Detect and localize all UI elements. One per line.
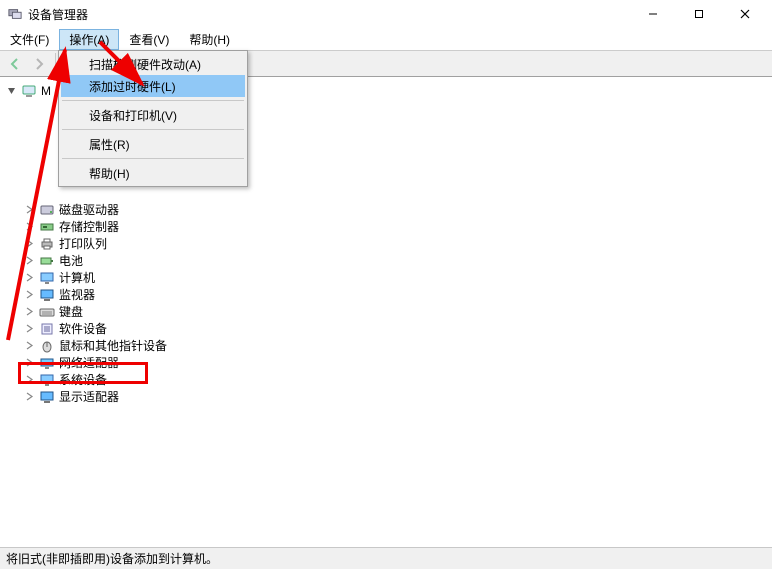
app-icon — [8, 7, 22, 21]
chevron-right-icon[interactable] — [24, 306, 35, 317]
forward-button[interactable] — [28, 53, 50, 75]
tree-item-label: 键盘 — [59, 303, 83, 320]
chevron-right-icon[interactable] — [24, 391, 35, 402]
chevron-right-icon[interactable] — [24, 238, 35, 249]
chevron-right-icon[interactable] — [24, 357, 35, 368]
dropdown-separator — [62, 100, 244, 101]
keyboard-icon — [39, 304, 55, 320]
tree-item-system[interactable]: 系统设备 — [6, 371, 772, 388]
monitor-icon — [39, 287, 55, 303]
toolbar-separator — [55, 53, 56, 75]
tree-item-keyboard[interactable]: 键盘 — [6, 303, 772, 320]
window-title: 设备管理器 — [28, 6, 88, 23]
chevron-right-icon[interactable] — [24, 340, 35, 351]
back-button[interactable] — [4, 53, 26, 75]
menu-action[interactable]: 操作(A) — [59, 29, 119, 50]
tree-item-software[interactable]: 软件设备 — [6, 320, 772, 337]
tree-item-computer[interactable]: 计算机 — [6, 269, 772, 286]
tree-item-network[interactable]: 网络适配器 — [6, 354, 772, 371]
tree-item-printer[interactable]: 打印队列 — [6, 235, 772, 252]
menu-view[interactable]: 查看(V) — [119, 29, 179, 50]
action-dropdown: 扫描检测硬件改动(A) 添加过时硬件(L) 设备和打印机(V) 属性(R) 帮助… — [58, 50, 248, 187]
menu-file[interactable]: 文件(F) — [0, 29, 59, 50]
tree-item-label: 打印队列 — [59, 235, 107, 252]
tree-root-label: M — [41, 84, 51, 98]
titlebar: 设备管理器 — [0, 0, 772, 28]
tree-item-mouse[interactable]: 鼠标和其他指针设备 — [6, 337, 772, 354]
tree-item-label: 系统设备 — [59, 371, 107, 388]
software-icon — [39, 321, 55, 337]
menu-help[interactable]: 帮助(H) — [179, 29, 240, 50]
dropdown-separator — [62, 158, 244, 159]
tree-item-label: 软件设备 — [59, 320, 107, 337]
tree-item-battery[interactable]: 电池 — [6, 252, 772, 269]
menubar: 文件(F) 操作(A) 查看(V) 帮助(H) — [0, 28, 772, 50]
menu-properties[interactable]: 属性(R) — [61, 133, 245, 155]
close-button[interactable] — [722, 0, 768, 28]
chevron-right-icon[interactable] — [24, 221, 35, 232]
network-icon — [39, 355, 55, 371]
chevron-right-icon[interactable] — [24, 204, 35, 215]
tree-item-monitor[interactable]: 监视器 — [6, 286, 772, 303]
printer-icon — [39, 236, 55, 252]
tree-item-label: 计算机 — [59, 269, 95, 286]
statusbar-text: 将旧式(非即插即用)设备添加到计算机。 — [6, 550, 218, 567]
maximize-button[interactable] — [676, 0, 722, 28]
disk-icon — [39, 202, 55, 218]
chevron-right-icon[interactable] — [24, 289, 35, 300]
menu-add-legacy-hardware[interactable]: 添加过时硬件(L) — [61, 75, 245, 97]
mouse-icon — [39, 338, 55, 354]
tree-item-label: 磁盘驱动器 — [59, 201, 119, 218]
tree-item-display[interactable]: 显示适配器 — [6, 388, 772, 405]
chevron-right-icon[interactable] — [24, 323, 35, 334]
tree-item-label: 电池 — [59, 252, 83, 269]
menu-devices-printers[interactable]: 设备和打印机(V) — [61, 104, 245, 126]
tree-item-label: 存储控制器 — [59, 218, 119, 235]
dropdown-separator — [62, 129, 244, 130]
tree-item-disk[interactable]: 磁盘驱动器 — [6, 201, 772, 218]
menu-scan-hardware[interactable]: 扫描检测硬件改动(A) — [61, 53, 245, 75]
display-icon — [39, 389, 55, 405]
storage-icon — [39, 219, 55, 235]
system-icon — [39, 372, 55, 388]
expander-down-icon[interactable] — [6, 85, 17, 96]
chevron-right-icon[interactable] — [24, 272, 35, 283]
minimize-button[interactable] — [630, 0, 676, 28]
statusbar: 将旧式(非即插即用)设备添加到计算机。 — [0, 547, 772, 569]
tree-item-storage[interactable]: 存储控制器 — [6, 218, 772, 235]
tree-item-label: 显示适配器 — [59, 388, 119, 405]
menu-help[interactable]: 帮助(H) — [61, 162, 245, 184]
computer-icon — [21, 83, 37, 99]
battery-icon — [39, 253, 55, 269]
titlebar-left: 设备管理器 — [4, 6, 88, 23]
tree-item-label: 鼠标和其他指针设备 — [59, 337, 167, 354]
window-controls — [630, 0, 768, 28]
chevron-right-icon[interactable] — [24, 255, 35, 266]
desktop-icon — [39, 270, 55, 286]
tree-item-label: 监视器 — [59, 286, 95, 303]
chevron-right-icon[interactable] — [24, 374, 35, 385]
tree-item-label: 网络适配器 — [59, 354, 119, 371]
